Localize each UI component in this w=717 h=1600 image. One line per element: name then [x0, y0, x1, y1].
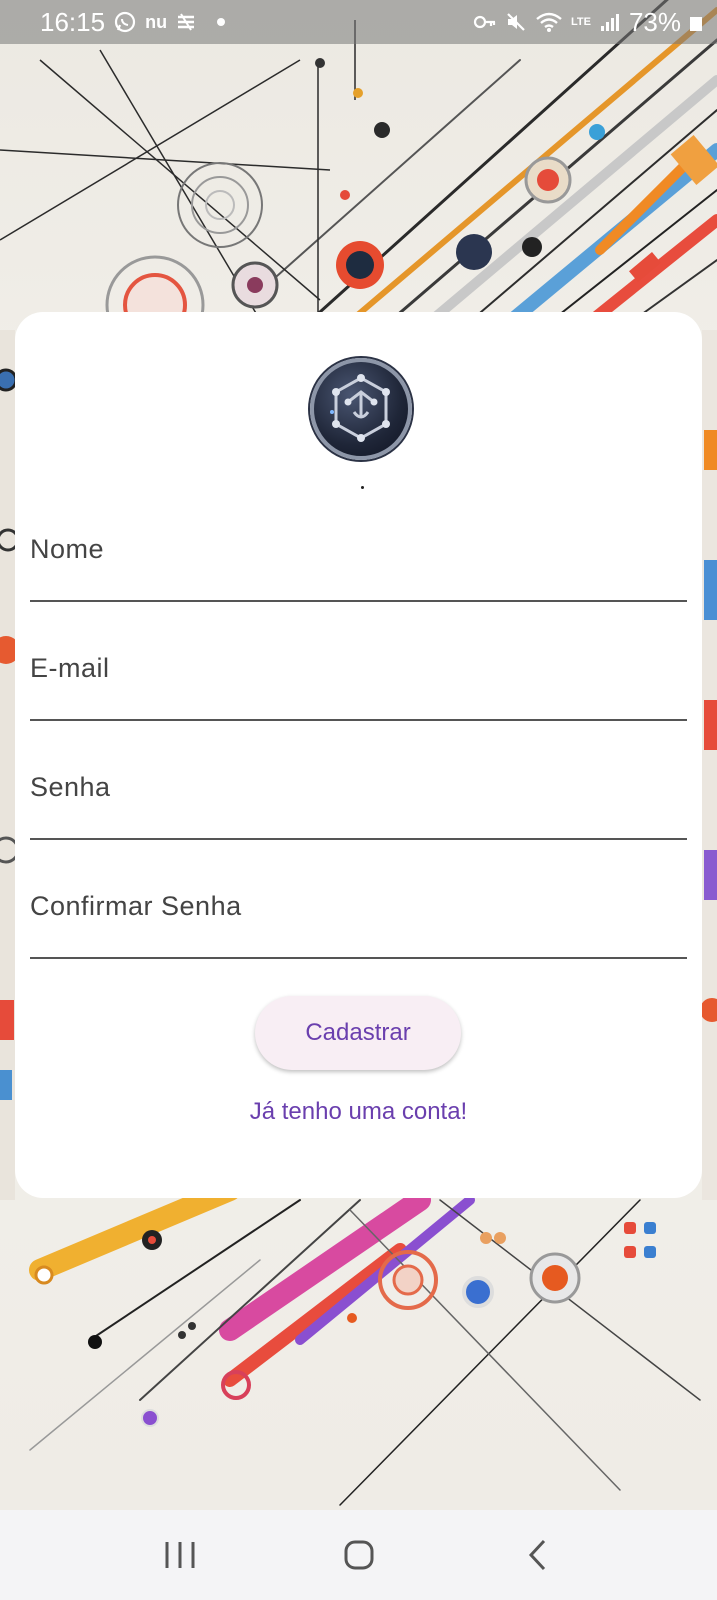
signal-icon	[599, 11, 621, 33]
notification-dot	[217, 18, 226, 26]
back-button[interactable]	[508, 1525, 568, 1585]
nu-icon: nu	[145, 11, 168, 32]
battery-percent: 73%	[628, 6, 681, 37]
home-icon	[344, 1540, 373, 1570]
whatsapp-icon	[113, 10, 137, 34]
circuit-logo-icon	[330, 374, 390, 442]
password-field[interactable]: Senha	[30, 744, 687, 840]
decorative-dot	[361, 486, 364, 489]
password-input[interactable]	[30, 744, 687, 838]
volte-icon: LTE	[570, 15, 591, 28]
wifi-icon	[535, 11, 563, 33]
login-link[interactable]: Já tenho uma conta!	[15, 1098, 702, 1126]
email-input[interactable]	[30, 625, 687, 719]
status-right: LTE 73%	[473, 7, 703, 38]
network-label: LTE	[570, 15, 591, 28]
battery-icon	[689, 11, 703, 33]
name-field[interactable]: Nome	[30, 506, 687, 602]
email-field[interactable]: E-mail	[30, 625, 687, 721]
status-bar: 16:15 nu LTE 73%	[0, 0, 717, 44]
sync-icon	[175, 11, 197, 33]
app-logo	[310, 358, 412, 460]
register-card: Nome E-mail Senha Confirmar Senha Cadast…	[15, 312, 702, 1198]
confirm-password-field[interactable]: Confirmar Senha	[30, 863, 687, 959]
mute-icon	[505, 11, 527, 33]
key-icon	[473, 12, 497, 32]
navigation-bar	[0, 1510, 717, 1600]
name-input[interactable]	[30, 506, 687, 600]
confirm-password-input[interactable]	[30, 863, 687, 957]
status-time: 16:15	[40, 6, 106, 37]
recent-apps-button[interactable]	[150, 1525, 210, 1585]
register-button[interactable]: Cadastrar	[255, 996, 461, 1070]
home-button[interactable]	[329, 1525, 389, 1585]
recent-apps-icon	[165, 1542, 194, 1568]
back-icon	[528, 1539, 545, 1571]
status-left: 16:15 nu	[40, 6, 226, 38]
